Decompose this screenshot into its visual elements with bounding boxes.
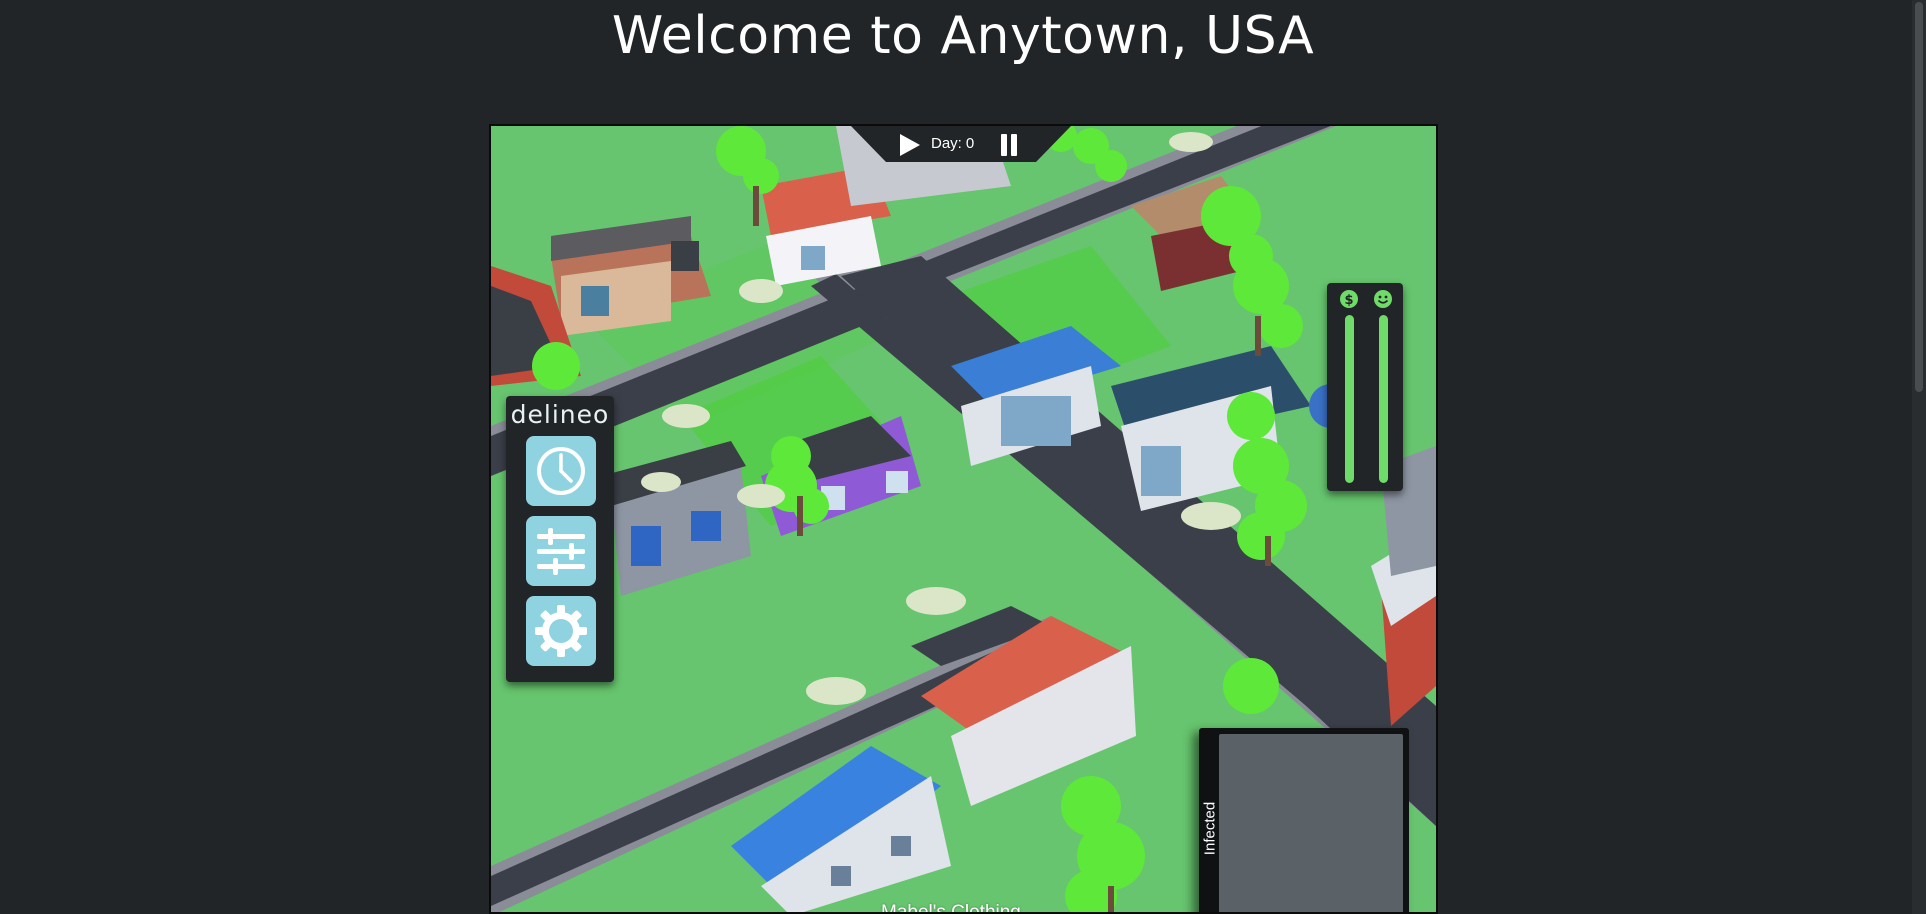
day-value: 0 (965, 135, 975, 152)
smiley-icon (1374, 290, 1392, 308)
settings-sliders-button[interactable] (526, 516, 596, 586)
scrollbar-thumb[interactable] (1915, 2, 1923, 392)
pause-button[interactable] (999, 132, 1019, 158)
happiness-slider[interactable] (1379, 315, 1388, 483)
page-title: Welcome to Anytown, USA (611, 6, 1315, 66)
infected-panel: Infected (1199, 728, 1409, 912)
gear-button[interactable] (526, 596, 596, 666)
clock-button[interactable] (526, 436, 596, 506)
day-label: Day: (931, 135, 962, 152)
sliders-icon (537, 528, 585, 575)
infected-chart-area (1219, 734, 1403, 912)
pause-icon (1001, 134, 1017, 156)
money-slider[interactable] (1345, 315, 1354, 483)
delineo-logo: delineo (510, 400, 610, 429)
game-canvas[interactable]: Day: 0 delineo $ Infected Mabel's Clothi… (489, 124, 1438, 914)
play-icon (900, 134, 920, 156)
day-counter: Day: 0 (931, 135, 978, 152)
dollar-icon: $ (1340, 290, 1358, 308)
infected-label: Infected (1201, 801, 1219, 856)
time-controls: Day: 0 (851, 126, 1071, 162)
stats-slider-panel: $ (1327, 283, 1403, 491)
gear-icon (535, 605, 587, 657)
svg-text:$: $ (1344, 293, 1353, 308)
building-label[interactable]: Mabel's Clothing (881, 902, 1021, 912)
clock-icon (537, 447, 585, 495)
play-button[interactable] (896, 132, 922, 158)
page-scrollbar[interactable] (1912, 0, 1926, 914)
side-menu: delineo (506, 396, 614, 682)
